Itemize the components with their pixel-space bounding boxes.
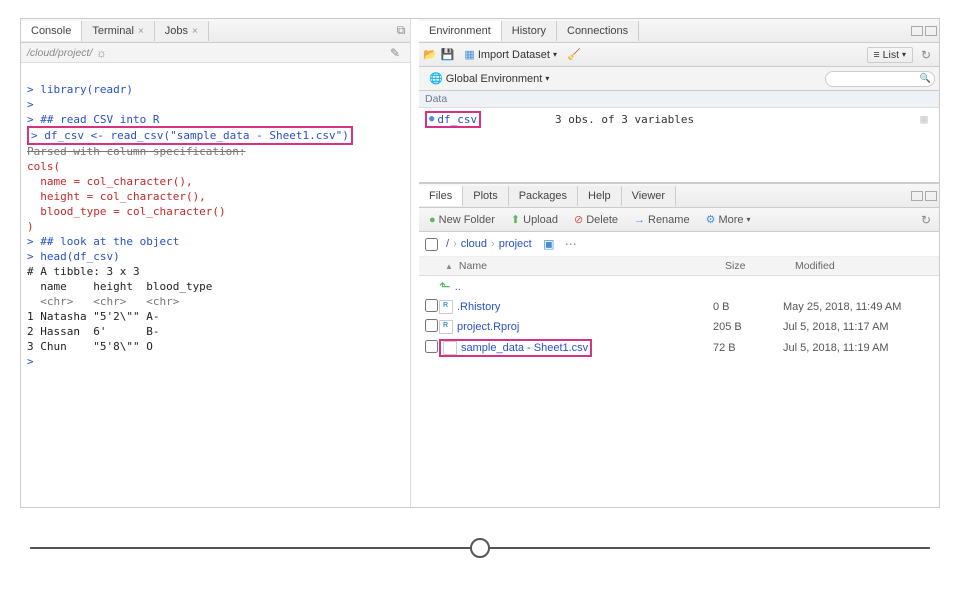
scope-selector[interactable]: 🌐Global Environment▾ xyxy=(423,70,555,87)
tab-packages[interactable]: Packages xyxy=(509,186,578,206)
breadcrumb-project[interactable]: project xyxy=(499,238,532,250)
pane-window-controls xyxy=(911,26,937,36)
file-checkbox[interactable] xyxy=(425,299,438,312)
tab-console[interactable]: Console xyxy=(21,21,82,41)
right-pane: Environment History Connections 📂 💾 ▦Imp… xyxy=(419,19,939,507)
list-grid-toggle[interactable]: ≡ List ▾ xyxy=(867,47,914,63)
expand-icon[interactable]: ● xyxy=(429,114,434,124)
env-search-input[interactable] xyxy=(825,71,935,87)
files-tab-bar: Files Plots Packages Help Viewer xyxy=(419,184,939,208)
file-name[interactable]: sample_data - Sheet1.csv xyxy=(461,342,588,354)
files-breadcrumb: / › cloud › project ▣ ⋯ xyxy=(419,232,939,257)
grid-view-icon[interactable]: ▦ xyxy=(915,110,933,128)
var-name: df_csv xyxy=(437,113,477,126)
minimize-icon[interactable] xyxy=(911,191,923,201)
env-body: Data ●df_csv 3 obs. of 3 variables ▦ xyxy=(419,91,939,182)
file-modified: May 25, 2018, 11:49 AM xyxy=(783,301,933,313)
files-pane: Files Plots Packages Help Viewer ●New Fo… xyxy=(419,184,939,507)
close-icon[interactable]: × xyxy=(138,26,144,37)
chevron-icon[interactable]: ☼ xyxy=(92,44,110,62)
file-checkbox[interactable] xyxy=(425,319,438,332)
file-row[interactable]: .Rhistory 0 B May 25, 2018, 11:49 AM xyxy=(419,297,939,317)
maximize-icon[interactable] xyxy=(925,26,937,36)
open-icon[interactable]: 📂 xyxy=(423,48,437,61)
home-icon[interactable]: ▣ xyxy=(540,235,558,253)
env-tab-bar: Environment History Connections xyxy=(419,19,939,43)
upload-button[interactable]: ⬆Upload xyxy=(505,211,564,228)
tab-environment[interactable]: Environment xyxy=(419,21,502,41)
file-row[interactable]: project.Rproj 205 B Jul 5, 2018, 11:17 A… xyxy=(419,317,939,337)
file-name[interactable]: .Rhistory xyxy=(457,301,500,313)
env-section-data: Data xyxy=(419,91,939,108)
tab-plots[interactable]: Plots xyxy=(463,186,508,206)
close-icon[interactable]: × xyxy=(192,26,198,37)
files-column-headers: ▲Name Size Modified xyxy=(419,257,939,276)
file-row[interactable]: sample_data - Sheet1.csv 72 B Jul 5, 201… xyxy=(419,337,939,359)
clear-icon[interactable]: ✎ xyxy=(386,44,404,62)
env-variable-row[interactable]: ●df_csv 3 obs. of 3 variables ▦ xyxy=(419,108,939,130)
file-modified: Jul 5, 2018, 11:19 AM xyxy=(783,342,933,354)
refresh-icon[interactable]: ↻ xyxy=(917,46,935,64)
rstudio-window: Console Terminal× Jobs× ⧉ /cloud/project… xyxy=(20,18,940,508)
tab-terminal[interactable]: Terminal× xyxy=(82,21,154,41)
new-folder-button[interactable]: ●New Folder xyxy=(423,212,501,228)
col-modified[interactable]: Modified xyxy=(789,257,939,275)
file-size: 0 B xyxy=(713,301,783,313)
tab-connections[interactable]: Connections xyxy=(557,21,639,41)
console-tab-bar: Console Terminal× Jobs× ⧉ xyxy=(21,19,410,43)
file-size: 72 B xyxy=(713,342,783,354)
col-name[interactable]: Name xyxy=(459,260,487,272)
console-output[interactable]: > library(readr) > > ## read CSV into R … xyxy=(21,63,410,507)
col-size[interactable]: Size xyxy=(719,257,789,275)
env-toolbar: 📂 💾 ▦Import Dataset▾ 🧹 ≡ List ▾ ↻ xyxy=(419,43,939,67)
file-icon xyxy=(443,341,457,355)
files-list: ⬑.. .Rhistory 0 B May 25, 2018, 11:49 AM… xyxy=(419,276,939,359)
delete-button[interactable]: ⊘Delete xyxy=(568,211,624,228)
var-desc: 3 obs. of 3 variables xyxy=(555,113,915,126)
save-icon[interactable]: 💾 xyxy=(441,48,455,61)
tab-viewer[interactable]: Viewer xyxy=(622,186,676,206)
r-file-icon xyxy=(439,300,453,314)
working-dir-path: /cloud/project/ xyxy=(27,47,92,59)
refresh-icon[interactable]: ↻ xyxy=(917,211,935,229)
minimize-icon[interactable] xyxy=(911,26,923,36)
select-all-checkbox[interactable] xyxy=(425,238,438,251)
maximize-icon[interactable] xyxy=(925,191,937,201)
more-button[interactable]: ⚙More▾ xyxy=(700,211,757,228)
tab-help[interactable]: Help xyxy=(578,186,622,206)
breadcrumb-cloud[interactable]: cloud xyxy=(461,238,487,250)
broom-icon[interactable]: 🧹 xyxy=(567,48,581,61)
tab-history[interactable]: History xyxy=(502,21,557,41)
more-dots-icon[interactable]: ⋯ xyxy=(562,235,580,253)
pane-window-controls xyxy=(911,191,937,201)
tab-jobs[interactable]: Jobs× xyxy=(155,21,209,41)
import-dataset-button[interactable]: ▦Import Dataset▾ xyxy=(458,46,563,63)
rename-button[interactable]: →Rename xyxy=(628,212,696,228)
tab-files[interactable]: Files xyxy=(419,186,463,206)
breadcrumb-root[interactable]: / xyxy=(446,238,449,250)
file-checkbox[interactable] xyxy=(425,340,438,353)
environment-pane: Environment History Connections 📂 💾 ▦Imp… xyxy=(419,19,939,184)
section-divider xyxy=(30,536,930,560)
env-scope-bar: 🌐Global Environment▾ xyxy=(419,67,939,91)
file-modified: Jul 5, 2018, 11:17 AM xyxy=(783,321,933,333)
file-name[interactable]: project.Rproj xyxy=(457,321,519,333)
file-size: 205 B xyxy=(713,321,783,333)
r-file-icon xyxy=(439,320,453,334)
console-path-bar: /cloud/project/ ☼ ✎ xyxy=(21,43,410,63)
up-arrow-icon: ⬑ xyxy=(439,278,451,295)
up-dir-row[interactable]: ⬑.. xyxy=(419,276,939,297)
popout-icon[interactable]: ⧉ xyxy=(392,22,410,40)
console-pane: Console Terminal× Jobs× ⧉ /cloud/project… xyxy=(21,19,411,507)
files-toolbar: ●New Folder ⬆Upload ⊘Delete →Rename ⚙Mor… xyxy=(419,208,939,232)
